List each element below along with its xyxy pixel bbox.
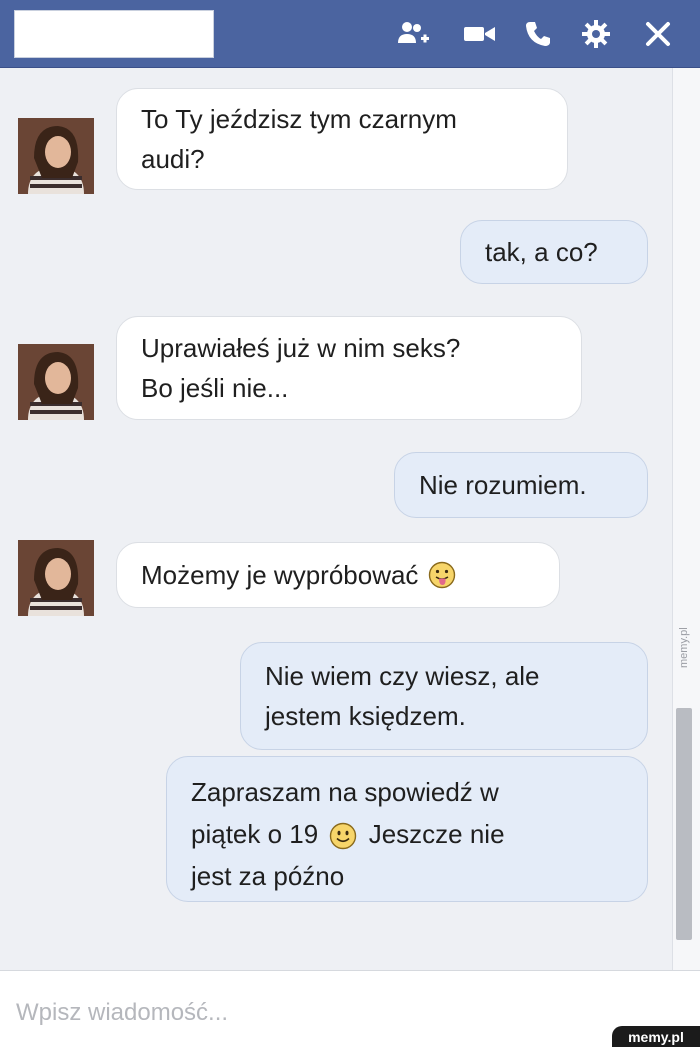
message-bubble-outgoing: Nie rozumiem. [394, 452, 648, 518]
message-bubble-outgoing: tak, a co? [460, 220, 648, 284]
message-text: Uprawiałeś już w nim seks? Bo jeśli nie.… [141, 333, 461, 403]
message-bubble-incoming: Możemy je wypróbować [116, 542, 560, 608]
message-text: tak, a co? [485, 237, 598, 267]
message-bubble-incoming: To Ty jeździsz tym czarnym audi? [116, 88, 568, 190]
composer [0, 970, 700, 1047]
message-input[interactable] [16, 993, 536, 1033]
phone-icon[interactable] [518, 14, 558, 54]
gear-icon[interactable] [576, 14, 616, 54]
add-friend-icon[interactable] [394, 14, 434, 54]
watermark-tag: memy.pl [612, 1026, 700, 1047]
message-bubble-incoming: Uprawiałeś już w nim seks? Bo jeśli nie.… [116, 316, 582, 420]
avatar[interactable] [18, 118, 94, 194]
message-text: Możemy je wypróbować [141, 560, 419, 590]
tongue-out-emoji [429, 561, 456, 589]
message-bubble-outgoing: Zapraszam na spowiedź w piątek o 19 Jesz… [166, 756, 648, 902]
close-icon[interactable] [638, 14, 678, 54]
message-bubble-outgoing: Nie wiem czy wiesz, ale jestem księdzem. [240, 642, 648, 750]
avatar[interactable] [18, 540, 94, 616]
contact-name [14, 10, 214, 58]
video-call-icon[interactable] [460, 14, 500, 54]
chat-header [0, 0, 700, 68]
message-text: Nie rozumiem. [419, 470, 587, 500]
scrollbar-thumb[interactable] [676, 708, 692, 940]
conversation-area[interactable]: To Ty jeździsz tym czarnym audi? tak, a … [0, 68, 700, 970]
watermark-side: memy.pl [678, 627, 690, 668]
message-text: Nie wiem czy wiesz, ale jestem księdzem. [265, 661, 540, 731]
smile-emoji [330, 822, 357, 850]
message-text: To Ty jeździsz tym czarnym audi? [141, 104, 457, 174]
avatar[interactable] [18, 344, 94, 420]
